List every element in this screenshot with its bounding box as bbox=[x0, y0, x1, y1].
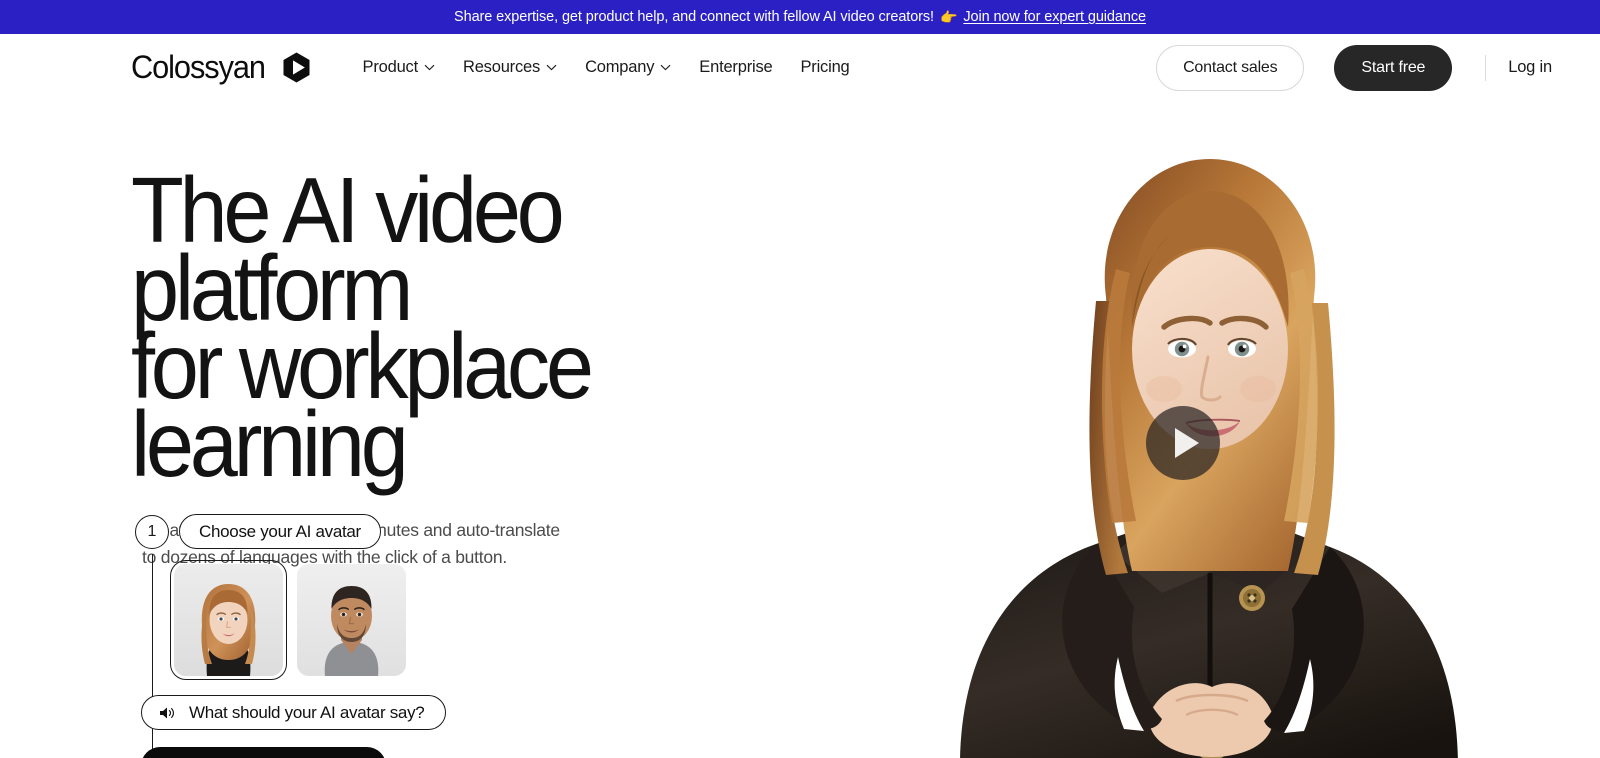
header-divider bbox=[1485, 54, 1487, 81]
speaker-icon bbox=[159, 706, 175, 720]
site-header: Colossyan Product Resources Company Ente… bbox=[0, 34, 1600, 101]
hero-section: The AI video platform for workplace lear… bbox=[0, 101, 1600, 758]
avatar-script-pill[interactable]: What should your AI avatar say? bbox=[141, 695, 447, 730]
chevron-down-icon bbox=[546, 64, 557, 71]
page-title: The AI video platform for workplace lear… bbox=[131, 158, 594, 497]
play-icon bbox=[1174, 428, 1199, 458]
announcement-link[interactable]: Join now for expert guidance bbox=[963, 9, 1146, 25]
step-one-row: 1 Choose your AI avatar bbox=[135, 514, 675, 549]
choose-avatar-pill[interactable]: Choose your AI avatar bbox=[179, 514, 381, 549]
nav-item-resources[interactable]: Resources bbox=[449, 50, 571, 85]
nav-item-label: Pricing bbox=[800, 58, 850, 76]
nav-item-company[interactable]: Company bbox=[571, 50, 685, 85]
pointing-right-icon: 👉 bbox=[940, 9, 958, 25]
avatar-builder-widget: 1 Choose your AI avatar What should your… bbox=[135, 514, 675, 758]
say-prompt-row: What should your AI avatar say? bbox=[141, 695, 675, 730]
hexagon-play-icon bbox=[280, 51, 313, 84]
contact-sales-button[interactable]: Contact sales bbox=[1156, 44, 1305, 91]
male-avatar-thumbnail[interactable] bbox=[297, 564, 406, 676]
video-play-button[interactable] bbox=[1146, 406, 1220, 480]
nav-item-enterprise[interactable]: Enterprise bbox=[685, 50, 786, 85]
female-avatar-thumbnail[interactable] bbox=[170, 560, 287, 680]
nav-item-label: Resources bbox=[462, 58, 541, 76]
avatar-script-label: What should your AI avatar say? bbox=[189, 702, 425, 722]
chevron-down-icon bbox=[424, 64, 435, 71]
generate-row: Generate your AI video bbox=[141, 747, 675, 758]
logo-text: Colossyan bbox=[131, 49, 266, 85]
step-number-badge[interactable]: 1 bbox=[135, 514, 169, 549]
nav-item-label: Enterprise bbox=[699, 58, 773, 76]
hero-video[interactable] bbox=[900, 101, 1520, 758]
nav-item-label: Product bbox=[362, 58, 419, 76]
header-actions: Contact sales Start free Log in bbox=[1156, 44, 1552, 91]
nav-item-pricing[interactable]: Pricing bbox=[786, 50, 863, 85]
hero-copy: The AI video platform for workplace lear… bbox=[131, 101, 911, 571]
chevron-down-icon bbox=[660, 64, 671, 71]
start-free-button[interactable]: Start free bbox=[1334, 44, 1453, 91]
logo[interactable]: Colossyan bbox=[131, 49, 313, 86]
avatar-options bbox=[170, 560, 675, 680]
announcement-banner: Share expertise, get product help, and c… bbox=[0, 0, 1600, 34]
generate-video-button[interactable]: Generate your AI video bbox=[141, 747, 387, 758]
nav-item-product[interactable]: Product bbox=[349, 50, 449, 85]
login-link[interactable]: Log in bbox=[1508, 58, 1552, 77]
announcement-text: Share expertise, get product help, and c… bbox=[454, 9, 934, 25]
nav-item-label: Company bbox=[585, 58, 655, 76]
main-navigation: Product Resources Company Enterprise Pri… bbox=[349, 50, 864, 85]
